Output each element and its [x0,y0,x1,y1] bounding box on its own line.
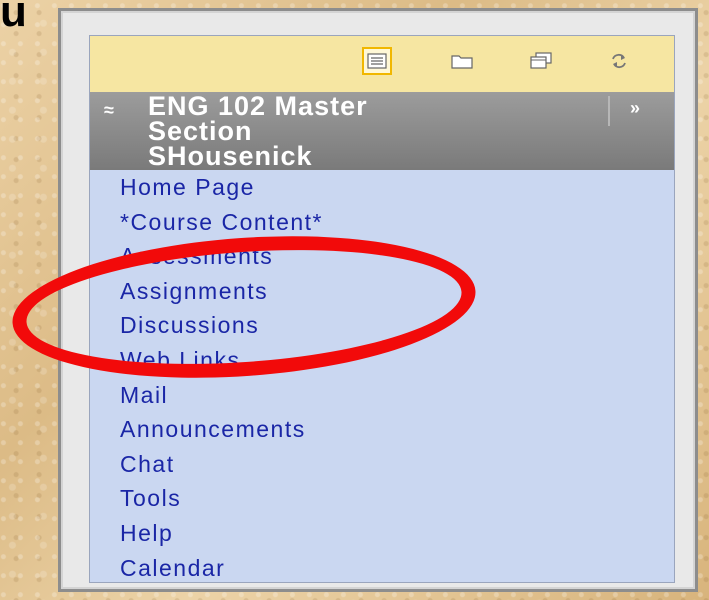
nav-item-help[interactable]: Help [90,516,674,551]
nav-item-assessments[interactable]: Assessments [90,239,674,274]
nav-item-home-page[interactable]: Home Page [90,170,674,205]
menu-toolbar [90,36,674,93]
course-menu-panel: ≈ ENG 102 Master Section SHousenick » Ho… [89,35,675,583]
course-header: ≈ ENG 102 Master Section SHousenick » [90,92,674,170]
folder-icon[interactable] [447,47,477,75]
nav-item-calendar[interactable]: Calendar [90,551,674,586]
header-divider [608,96,610,126]
course-title: ENG 102 Master Section SHousenick [148,91,368,171]
expand-icon[interactable]: » [630,96,640,121]
windows-icon[interactable] [526,47,556,75]
nav-item-assignments[interactable]: Assignments [90,274,674,309]
nav-item-web-links[interactable]: Web Links [90,343,674,378]
list-view-icon[interactable] [362,47,392,75]
nav-item-discussions[interactable]: Discussions [90,308,674,343]
nav-item-mail[interactable]: Mail [90,378,674,413]
course-nav-list: Home Page *Course Content* Assessments A… [90,170,674,585]
nav-item-announcements[interactable]: Announcements [90,412,674,447]
collapse-icon[interactable]: ≈ [104,98,114,123]
slide-title-fragment: u [0,0,27,36]
nav-item-course-content[interactable]: *Course Content* [90,205,674,240]
course-menu-window: ≈ ENG 102 Master Section SHousenick » Ho… [58,8,698,592]
nav-item-chat[interactable]: Chat [90,447,674,482]
nav-item-tools[interactable]: Tools [90,481,674,516]
refresh-icon[interactable] [604,47,634,75]
